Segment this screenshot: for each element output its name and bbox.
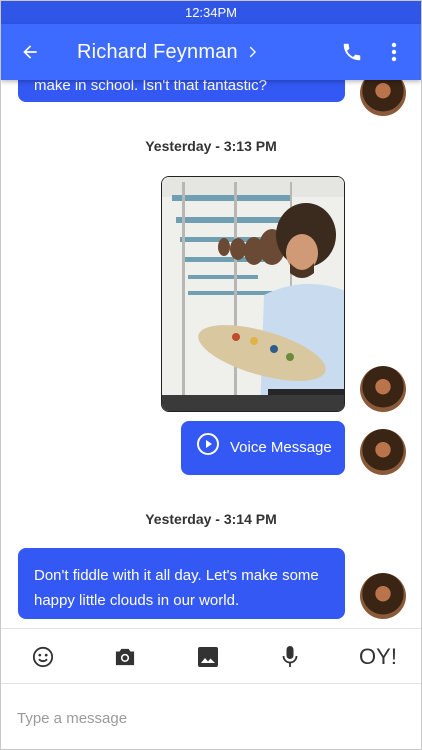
status-bar: 12:34PM (1, 1, 421, 24)
photo-image (162, 177, 344, 411)
more-vert-icon[interactable] (373, 24, 415, 80)
avatar[interactable] (360, 366, 406, 412)
contact-title-button[interactable]: Richard Feynman (59, 41, 331, 64)
play-circle-icon (196, 432, 220, 464)
conversation[interactable]: make in school. Isn't that fantastic? Ye… (1, 80, 421, 628)
message-input[interactable] (17, 703, 407, 733)
avatar[interactable] (360, 429, 406, 475)
voice-message-label: Voice Message (230, 439, 332, 456)
chevron-right-icon (244, 43, 260, 61)
voice-message-button[interactable]: Voice Message (181, 421, 345, 475)
timestamp: Yesterday - 3:14 PM (145, 511, 277, 527)
timestamp: Yesterday - 3:13 PM (145, 138, 277, 154)
status-time: 12:34PM (184, 5, 238, 20)
camera-icon[interactable] (109, 629, 141, 685)
image-icon[interactable] (192, 629, 224, 685)
phone-icon[interactable] (331, 24, 373, 80)
app-bar: Richard Feynman (1, 24, 421, 80)
app-frame: 12:34PM Richard Feynman make in school. … (0, 0, 422, 750)
avatar[interactable] (360, 80, 406, 116)
message-bubble-partial[interactable]: make in school. Isn't that fantastic? (18, 80, 345, 102)
composer (1, 685, 421, 749)
message-toolbar: OY! (1, 628, 421, 684)
microphone-icon[interactable] (274, 629, 306, 685)
oy-button[interactable]: OY! (353, 629, 403, 685)
emoji-icon[interactable] (27, 629, 59, 685)
contact-name: Richard Feynman (77, 40, 238, 63)
message-text: Don't fiddle with it all day. Let's make… (34, 567, 319, 609)
message-text: make in school. Isn't that fantastic? (34, 80, 267, 94)
avatar[interactable] (360, 573, 406, 619)
photo-message[interactable] (161, 176, 345, 412)
message-bubble[interactable]: Don't fiddle with it all day. Let's make… (18, 548, 345, 619)
arrow-back-icon[interactable] (1, 24, 59, 80)
